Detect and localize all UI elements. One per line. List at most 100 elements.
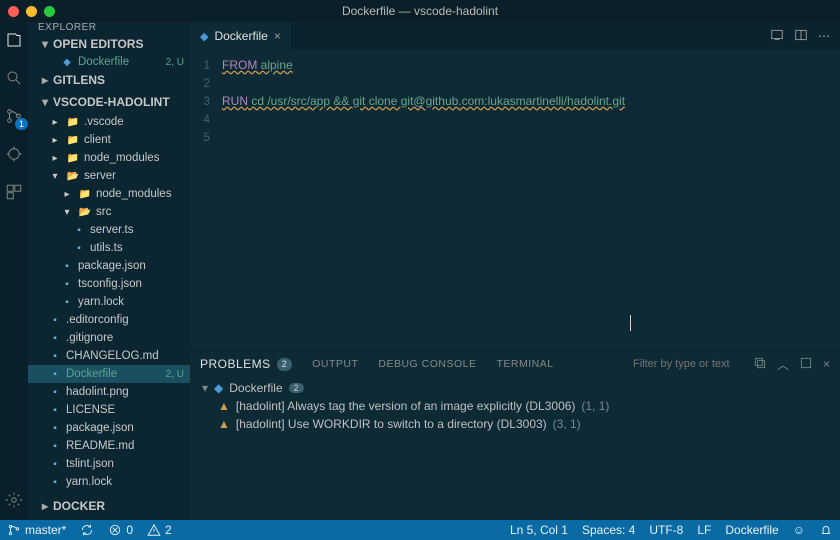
tree-item-label: server.ts bbox=[90, 224, 184, 236]
explorer-sidebar: EXPLORER ▾OPEN EDITORS ◆ Dockerfile 2, U… bbox=[28, 22, 190, 520]
tree-item[interactable]: ▪server.ts bbox=[28, 221, 190, 239]
tree-item-label: node_modules bbox=[84, 152, 184, 164]
warning-icon: ▲ bbox=[218, 399, 230, 413]
workspace-section[interactable]: ▾VSCODE-HADOLINT bbox=[28, 91, 190, 113]
close-window-button[interactable] bbox=[8, 6, 19, 17]
problem-item[interactable]: ▲[hadolint] Always tag the version of an… bbox=[190, 397, 840, 415]
open-editor-item[interactable]: ◆ Dockerfile 2, U bbox=[28, 55, 190, 69]
folder-open-icon: 📂 bbox=[78, 205, 92, 219]
close-icon[interactable]: × bbox=[274, 29, 281, 43]
settings-gear-icon[interactable] bbox=[4, 490, 24, 510]
tree-item[interactable]: ▪ .editorconfig bbox=[28, 311, 190, 329]
open-editors-section[interactable]: ▾OPEN EDITORS bbox=[28, 33, 190, 55]
editor-tabs: ◆ Dockerfile × ⋯ bbox=[190, 22, 840, 50]
open-preview-icon[interactable] bbox=[770, 28, 784, 45]
tree-item[interactable]: ▪tslint.json bbox=[28, 455, 190, 473]
tree-item[interactable]: ▸📁node_modules bbox=[28, 149, 190, 167]
git-branch[interactable]: master* bbox=[0, 523, 73, 537]
tree-item-label: yarn.lock bbox=[78, 296, 184, 308]
code-content[interactable]: FROM alpine RUN cd /usr/src/app && git c… bbox=[218, 50, 840, 350]
notifications-icon[interactable] bbox=[812, 523, 840, 537]
problem-item[interactable]: ▲[hadolint] Use WORKDIR to switch to a d… bbox=[190, 415, 840, 433]
file-icon: ▪ bbox=[48, 367, 62, 381]
tab-output[interactable]: OUTPUT bbox=[312, 358, 358, 370]
cursor-position[interactable]: Ln 5, Col 1 bbox=[503, 523, 575, 537]
code-editor[interactable]: 12345 FROM alpine RUN cd /usr/src/app &&… bbox=[190, 50, 840, 350]
folder-icon: 📁 bbox=[66, 115, 80, 129]
explorer-icon[interactable] bbox=[4, 30, 24, 50]
tree-item[interactable]: ▪ README.md bbox=[28, 437, 190, 455]
tree-item[interactable]: ▪utils.ts bbox=[28, 239, 190, 257]
editor-area: ◆ Dockerfile × ⋯ 12345 FROM alpine RUN c… bbox=[190, 22, 840, 520]
window-title: Dockerfile — vscode-hadolint bbox=[342, 4, 498, 18]
tree-item[interactable]: ▪CHANGELOG.md bbox=[28, 347, 190, 365]
tree-item-label: .editorconfig bbox=[66, 314, 184, 326]
warnings-count[interactable]: 2 bbox=[140, 523, 179, 537]
window-controls bbox=[8, 6, 55, 17]
tree-item[interactable]: ▪hadolint.png bbox=[28, 383, 190, 401]
tree-item[interactable]: ▪package.json bbox=[28, 419, 190, 437]
gitlens-section[interactable]: ▸GITLENS bbox=[28, 69, 190, 91]
file-icon: ▪ bbox=[60, 295, 74, 309]
tab-dockerfile[interactable]: ◆ Dockerfile × bbox=[190, 22, 291, 50]
folder-icon: 📁 bbox=[66, 133, 80, 147]
split-editor-icon[interactable] bbox=[794, 28, 808, 45]
feedback-icon[interactable]: ☺ bbox=[786, 523, 812, 537]
encoding[interactable]: UTF-8 bbox=[642, 523, 690, 537]
editor-actions: ⋯ bbox=[770, 22, 840, 50]
tab-problems[interactable]: PROBLEMS 2 bbox=[200, 357, 292, 371]
file-icon: ▪ bbox=[48, 313, 62, 327]
folder-open-icon: 📂 bbox=[66, 169, 80, 183]
indentation[interactable]: Spaces: 4 bbox=[575, 523, 642, 537]
activity-bar: 1 bbox=[0, 22, 28, 520]
tree-item[interactable]: ▸📁.vscode bbox=[28, 113, 190, 131]
chevron-right-icon: ▸ bbox=[60, 187, 74, 201]
close-panel-icon[interactable]: × bbox=[823, 357, 830, 371]
tab-debug-console[interactable]: DEBUG CONSOLE bbox=[378, 358, 476, 370]
errors-count[interactable]: 0 bbox=[101, 523, 140, 537]
search-icon[interactable] bbox=[4, 68, 24, 88]
tree-item[interactable]: ▾📂server bbox=[28, 167, 190, 185]
docker-section[interactable]: ▸DOCKER bbox=[28, 495, 190, 517]
tree-item-label: tsconfig.json bbox=[78, 278, 184, 290]
tree-item-label: package.json bbox=[78, 260, 184, 272]
source-control-icon[interactable]: 1 bbox=[4, 106, 24, 126]
tree-item[interactable]: ▪ tsconfig.json bbox=[28, 275, 190, 293]
file-icon: ▪ bbox=[48, 331, 62, 345]
file-icon: ▪ bbox=[72, 241, 86, 255]
tree-item[interactable]: ▸📁client bbox=[28, 131, 190, 149]
tree-item-label: yarn.lock bbox=[66, 476, 184, 488]
debug-icon[interactable] bbox=[4, 144, 24, 164]
tree-item[interactable]: ▪Dockerfile2, U bbox=[28, 365, 190, 383]
tree-item[interactable]: ▾📂src bbox=[28, 203, 190, 221]
language-mode[interactable]: Dockerfile bbox=[718, 523, 785, 537]
extensions-icon[interactable] bbox=[4, 182, 24, 202]
chevron-down-icon: ▾ bbox=[202, 381, 208, 395]
tree-item[interactable]: ▪package.json bbox=[28, 257, 190, 275]
line-gutter: 12345 bbox=[190, 50, 218, 350]
collapse-all-icon[interactable] bbox=[753, 356, 767, 373]
scm-badge: 1 bbox=[15, 118, 28, 130]
file-icon: ▪ bbox=[48, 439, 62, 453]
tree-item[interactable]: ▪ yarn.lock bbox=[28, 293, 190, 311]
more-icon[interactable]: ⋯ bbox=[818, 29, 830, 43]
filter-input[interactable] bbox=[633, 358, 743, 370]
problem-file-group[interactable]: ▾ ◆ Dockerfile 2 bbox=[190, 379, 840, 397]
file-icon: ▪ bbox=[48, 403, 62, 417]
chevron-up-icon[interactable]: ︿ bbox=[777, 356, 789, 373]
folder-icon: 📁 bbox=[78, 187, 92, 201]
problems-list: ▾ ◆ Dockerfile 2 ▲[hadolint] Always tag … bbox=[190, 377, 840, 520]
minimize-window-button[interactable] bbox=[26, 6, 37, 17]
tree-item[interactable]: ▪.gitignore bbox=[28, 329, 190, 347]
eol[interactable]: LF bbox=[690, 523, 718, 537]
maximize-panel-icon[interactable] bbox=[799, 356, 813, 373]
sync-icon[interactable] bbox=[73, 523, 101, 537]
tree-item[interactable]: ▸📁node_modules bbox=[28, 185, 190, 203]
tab-terminal[interactable]: TERMINAL bbox=[496, 358, 553, 370]
tree-item[interactable]: ▪yarn.lock bbox=[28, 473, 190, 491]
tree-item-label: README.md bbox=[66, 440, 184, 452]
file-icon: ▪ bbox=[60, 277, 74, 291]
maximize-window-button[interactable] bbox=[44, 6, 55, 17]
tree-item[interactable]: ▪LICENSE bbox=[28, 401, 190, 419]
tree-item-label: tslint.json bbox=[66, 458, 184, 470]
